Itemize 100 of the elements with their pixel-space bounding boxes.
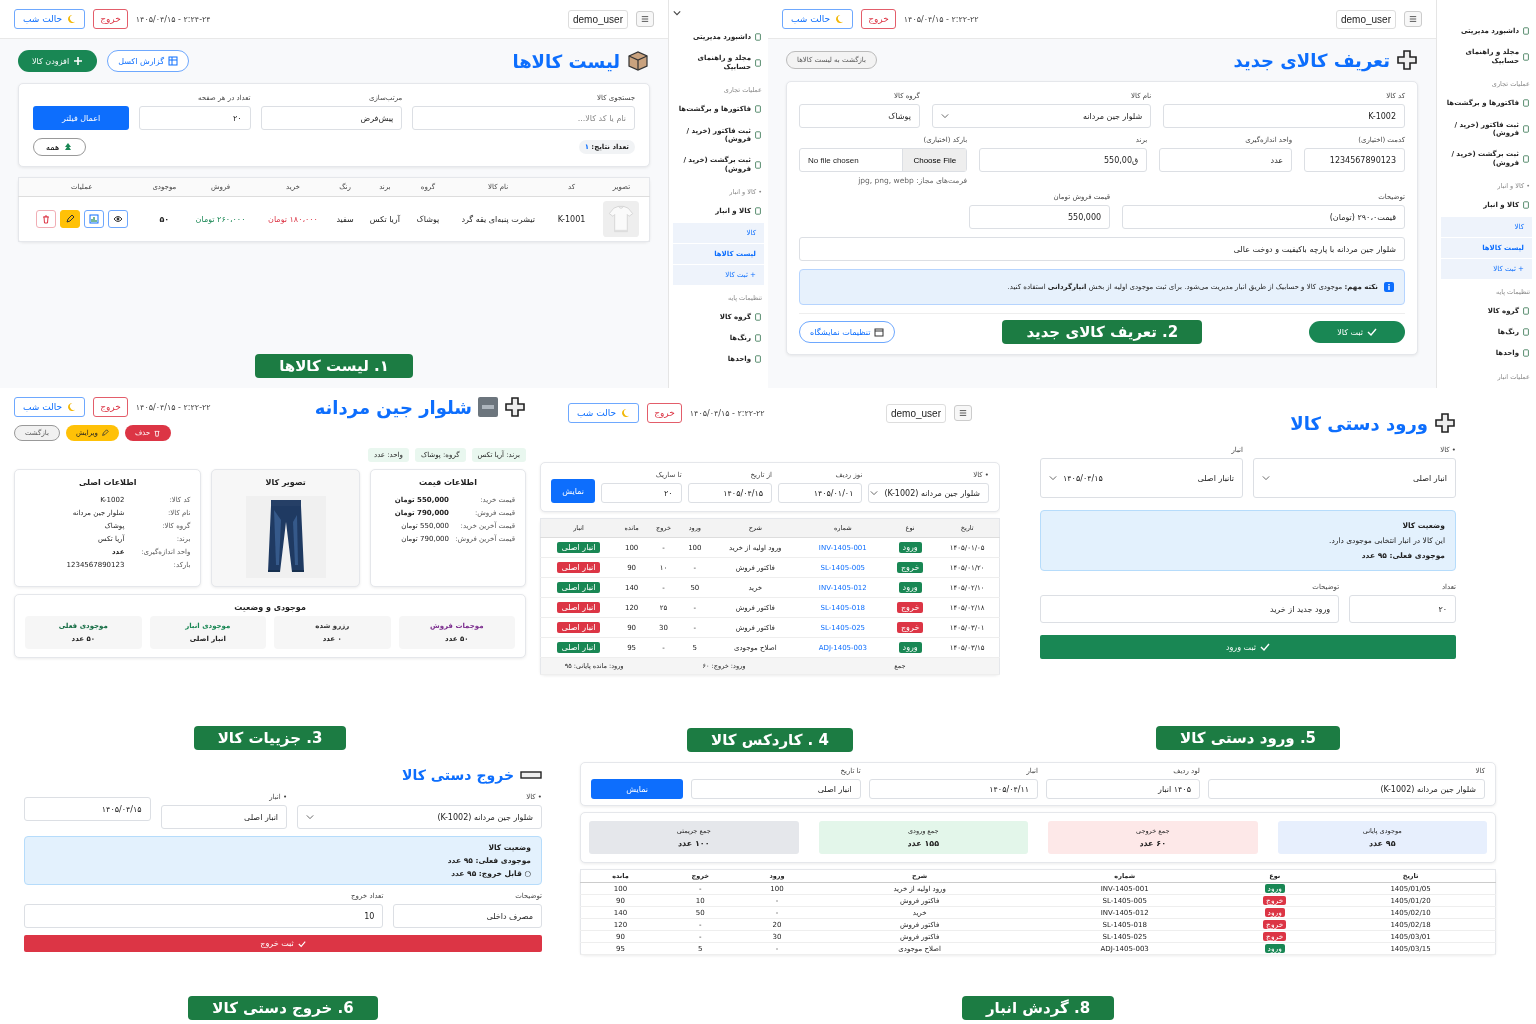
moon-icon: [834, 14, 845, 24]
night-mode-button[interactable]: حالت شب: [782, 9, 854, 29]
trash-icon: [153, 429, 162, 437]
document-icon: [754, 58, 762, 67]
add-product-button[interactable]: افزودن کالا: [18, 50, 98, 72]
input-field[interactable]: انبار اصلی: [160, 805, 288, 829]
caption-banner: 5. ورود دستی کالا: [1155, 726, 1341, 750]
document-icon: [1522, 99, 1530, 108]
excel-report-button[interactable]: گزارش اکسل: [107, 50, 189, 72]
chevron-icon: [870, 489, 879, 497]
plus-icon: [504, 396, 526, 418]
summary-value: ۱۵۵ عدد: [907, 839, 940, 848]
input-field[interactable]: K-1002: [1163, 104, 1405, 128]
submit-exit-button[interactable]: ثبت خروج: [24, 935, 542, 952]
input-field[interactable]: ۱۴۰۵/۰۴/۱۵: [24, 797, 151, 821]
table-cell: آریا تکس: [361, 196, 409, 242]
input-field[interactable]: 550,000: [968, 205, 1111, 229]
document-icon: [754, 130, 762, 139]
input-field[interactable]: پوشاک: [799, 104, 920, 128]
plus-icon: [73, 56, 84, 66]
input-field[interactable]: ۱۴۰۵ انبار: [1046, 779, 1200, 799]
select-field[interactable]: شلوار جین مردانه (K-1002): [868, 483, 989, 503]
select-field[interactable]: شلوار جین مردانه (K-1002): [297, 805, 542, 829]
document-icon: [1522, 154, 1530, 163]
input-field[interactable]: 10: [24, 904, 384, 928]
input-field[interactable]: عدد: [1159, 148, 1293, 172]
caption-banner: ۱. لیست کالاها: [255, 354, 413, 378]
document-icon: [1522, 306, 1530, 315]
choose-file-button[interactable]: Choose File: [902, 149, 967, 171]
type-tag: ورود: [898, 642, 922, 653]
date-time: ۲:۲۴-۲۴ - ۱۴۰۵/۰۴/۱۵: [135, 14, 211, 24]
show-button[interactable]: نمایش: [551, 479, 596, 503]
type-tag: ورود: [898, 542, 922, 553]
save-product-button[interactable]: ثبت کالا: [1309, 321, 1405, 343]
document-icon: [754, 355, 762, 364]
display-settings-button[interactable]: تنظیمات نمایشگاه: [799, 321, 896, 343]
caption-banner: 3. جزییات کالا: [193, 726, 347, 750]
menu-button[interactable]: [636, 11, 654, 27]
menu-icon: [1409, 15, 1417, 23]
logout-button[interactable]: خروج: [647, 403, 682, 423]
input-field[interactable]: مصرف داخلی: [393, 904, 542, 928]
input-field[interactable]: ۱۴۰۵/۰۱/۰۱: [778, 483, 863, 503]
night-mode-button[interactable]: حالت شب: [14, 397, 86, 417]
caption-banner: 8. گردش انبار: [961, 996, 1115, 1020]
file-field[interactable]: No file chosen Choose File: [799, 148, 968, 172]
page-title: خروج دستی کالا: [402, 767, 514, 783]
all-button[interactable]: همه: [33, 138, 87, 156]
menu-button[interactable]: [1404, 11, 1422, 27]
table-cell: ۲۶۰،۰۰۰ تومان: [184, 196, 257, 242]
input-field[interactable]: ۲۰: [1349, 595, 1456, 623]
submit-entry-button[interactable]: ثبت ورود: [1040, 635, 1456, 659]
input-field[interactable]: ورود جدید از خرید: [1040, 595, 1340, 623]
input-field[interactable]: 1234567890123: [1304, 148, 1405, 172]
logout-button[interactable]: خروج: [93, 397, 128, 417]
logout-button[interactable]: خروج: [861, 9, 896, 29]
username: demo_user: [885, 403, 946, 423]
input-field[interactable]: انبار اصلی: [691, 779, 861, 799]
check-icon: [1260, 642, 1271, 652]
input-field[interactable]: پیش‌فرض: [260, 106, 403, 130]
input-field[interactable]: ۲۰: [139, 106, 251, 130]
select-field[interactable]: شلوار جین مردانه: [931, 104, 1152, 128]
menu-button[interactable]: [954, 405, 972, 421]
select-field[interactable]: انبار اصلی: [1253, 458, 1456, 498]
card-title: تصویر کالا: [265, 478, 306, 487]
caption-banner: 4 . کاردکس کالا: [687, 728, 853, 752]
table-cell: سفید: [329, 196, 361, 242]
file-name: No file chosen: [807, 155, 860, 165]
show-button[interactable]: نمایش: [591, 779, 684, 799]
chevron-icon[interactable]: [673, 10, 681, 16]
input-field[interactable]: قیمت۲۹۰،۰ (تومان): [1122, 205, 1405, 229]
logout-button[interactable]: خروج: [93, 9, 128, 29]
document-icon: [754, 207, 762, 216]
warehouse-tag: انبار اصلی: [557, 622, 600, 633]
input-field[interactable]: ق550,00: [979, 148, 1148, 172]
description-field[interactable]: شلوار جین مردانه با پارچه باکیفیت و دوخت عالی: [799, 237, 1405, 261]
plus-icon: [1396, 49, 1418, 71]
date-time: ۲:۲۲-۲۲ - ۱۴۰۵/۰۴/۱۵: [903, 14, 979, 24]
summary-value: ۶۰ عدد: [1139, 839, 1167, 848]
page-title: ورود دستی کالا: [1290, 412, 1428, 434]
input-field[interactable]: ۱۴۰۵/۰۴/۱۵: [687, 483, 772, 503]
summary-value: ۹۵ عدد: [1368, 839, 1396, 848]
document-icon: [1522, 349, 1530, 358]
search-field[interactable]: نام یا کد کالا...: [412, 106, 635, 130]
input-field[interactable]: ۱۴۰۵/۰۴/۱۱: [868, 779, 1038, 799]
table-cell: تیشرت پنبه‌ای یقه گرد: [447, 196, 550, 242]
page-title: لیست کالاها: [512, 50, 620, 72]
spreadsheet-icon: [167, 56, 178, 66]
night-mode-button[interactable]: حالت شب: [14, 9, 86, 29]
input-field[interactable]: ۲۰: [601, 483, 682, 503]
document-icon: [754, 33, 762, 42]
check-icon: [297, 939, 306, 948]
apply-filter-button[interactable]: اعمال فیلتر: [33, 106, 130, 130]
document-icon: [1522, 52, 1530, 61]
select-field[interactable]: تانبار اصلی ۱۴۰۵/۰۴/۱۵: [1040, 458, 1243, 498]
input-field[interactable]: شلوار جین مردانه (K-1002): [1207, 779, 1485, 799]
edit-button[interactable]: [59, 210, 80, 228]
document-icon: [1522, 124, 1530, 133]
menu-icon: [959, 409, 967, 417]
view-button[interactable]: [107, 210, 128, 228]
night-mode-button[interactable]: حالت شب: [568, 403, 640, 423]
